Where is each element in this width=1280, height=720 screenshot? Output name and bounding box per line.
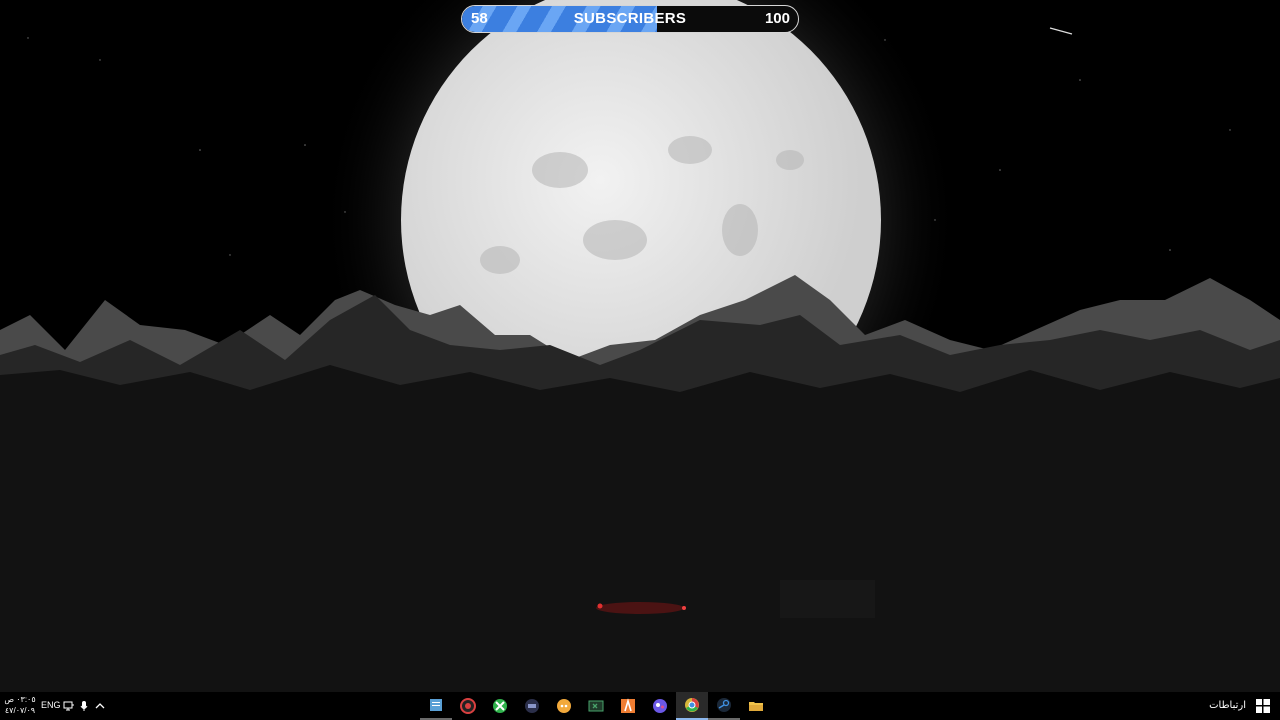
network-icon[interactable] xyxy=(63,700,75,712)
windows-start-icon[interactable] xyxy=(1256,699,1270,713)
taskbar-app-steam[interactable] xyxy=(708,692,740,720)
taskbar-app-chrome[interactable] xyxy=(676,692,708,720)
desktop-wallpaper xyxy=(0,0,1280,692)
taskbar-app-notepad[interactable] xyxy=(420,692,452,720)
subscriber-progress-bar: 58 SUBSCRIBERS 100 xyxy=(461,5,799,33)
taskbar-app-xbox[interactable] xyxy=(484,692,516,720)
taskbar-app-adobe[interactable] xyxy=(612,692,644,720)
chrome-icon xyxy=(685,698,699,712)
taskbar: ٠٣:٠٥ ص ٤٧/٠٧/٠٩ ENG ارتباطات xyxy=(0,692,1280,720)
taskbar-app-dock[interactable] xyxy=(516,692,548,720)
discord-icon xyxy=(557,699,571,713)
microphone-icon[interactable] xyxy=(78,700,90,712)
subscriber-label: SUBSCRIBERS xyxy=(573,10,687,27)
terminal-icon xyxy=(588,700,604,712)
taskbar-app-terminal[interactable] xyxy=(580,692,612,720)
language-indicator[interactable]: ENG xyxy=(41,700,61,710)
adobe-icon xyxy=(621,698,635,713)
paint-app-icon xyxy=(653,699,667,713)
steam-icon xyxy=(717,698,731,712)
clock-time: ٠٣:٠٥ ص xyxy=(4,695,36,704)
clock-date: ٤٧/٠٧/٠٩ xyxy=(4,706,36,715)
taskbar-links-label[interactable]: ارتباطات xyxy=(1209,700,1246,711)
subscriber-goal: 100 xyxy=(764,10,790,27)
taskbar-apps xyxy=(420,692,772,720)
taskbar-app-discord[interactable] xyxy=(548,692,580,720)
taskbar-app-paint[interactable] xyxy=(644,692,676,720)
taskbar-app-capture[interactable] xyxy=(452,692,484,720)
xbox-icon xyxy=(493,699,507,713)
taskbar-clock[interactable]: ٠٣:٠٥ ص ٤٧/٠٧/٠٩ xyxy=(2,694,38,718)
notepad-icon xyxy=(430,699,442,711)
chevron-up-icon[interactable] xyxy=(94,700,106,712)
desktop[interactable]: 58 SUBSCRIBERS 100 xyxy=(0,0,1280,692)
file-explorer-icon xyxy=(749,702,763,711)
capture-app-icon xyxy=(460,698,476,714)
taskbar-app-file-explorer[interactable] xyxy=(740,692,772,720)
dock-app-icon xyxy=(525,699,539,713)
